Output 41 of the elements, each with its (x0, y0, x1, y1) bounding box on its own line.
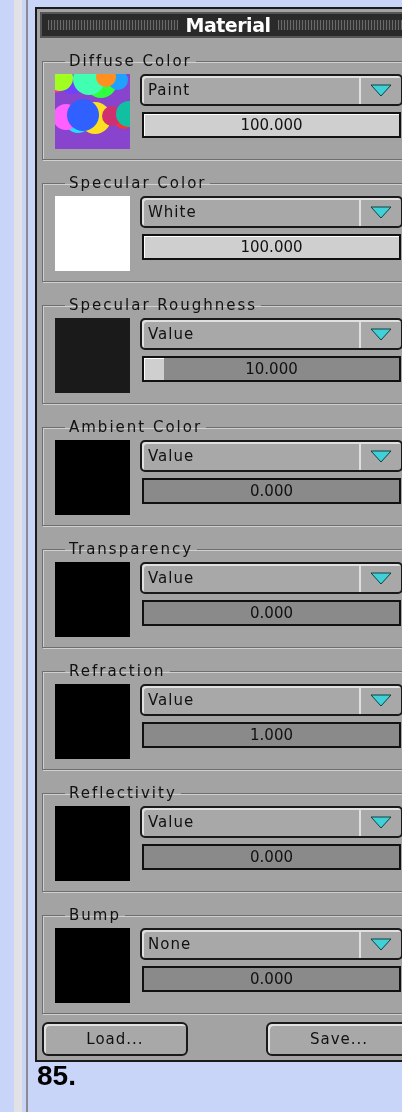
dropdown-arrow-icon (370, 327, 392, 341)
save-button[interactable]: Save... (266, 1022, 402, 1056)
group-label: Ambient Color (68, 418, 204, 436)
dropdown-arrow-icon (370, 571, 392, 585)
group-label: Specular Roughness (68, 296, 259, 314)
color-swatch[interactable] (55, 928, 130, 1003)
group-label: Reflectivity (68, 784, 178, 802)
color-swatch[interactable] (55, 440, 130, 515)
dropdown-arrow-icon (370, 815, 392, 829)
mode-dropdown[interactable]: Value (140, 562, 402, 594)
value-slider[interactable]: 100.000 (142, 234, 401, 260)
color-swatch[interactable] (55, 806, 130, 881)
group-label: Diffuse Color (68, 52, 193, 70)
mode-dropdown[interactable]: White (140, 196, 402, 228)
dropdown-arrow-icon (370, 449, 392, 463)
mode-dropdown[interactable]: Value (140, 440, 402, 472)
dropdown-arrow-icon (370, 83, 392, 97)
group-label: Transparency (68, 540, 195, 558)
color-swatch[interactable] (55, 684, 130, 759)
mode-dropdown[interactable]: Value (140, 806, 402, 838)
panel-title: Material (185, 14, 271, 36)
figure-number: 85. (37, 1062, 77, 1090)
color-swatch[interactable] (55, 562, 130, 637)
mode-dropdown[interactable]: None (140, 928, 402, 960)
group-label: Specular Color (68, 174, 208, 192)
load-button[interactable]: Load... (42, 1022, 188, 1056)
slider-value: 100.000 (240, 116, 303, 134)
dropdown-arrow-icon (370, 937, 392, 951)
group-label: Bump (68, 906, 122, 924)
mode-dropdown[interactable]: Value (140, 318, 402, 350)
value-slider[interactable]: 10.000 (142, 356, 401, 382)
mode-dropdown[interactable]: Paint (140, 74, 402, 106)
group-label: Refraction (68, 662, 167, 680)
color-swatch[interactable] (55, 196, 130, 271)
dropdown-arrow-icon (370, 693, 392, 707)
slider-value: 10.000 (245, 360, 298, 378)
mode-dropdown[interactable]: Value (140, 684, 402, 716)
dropdown-arrow-icon (370, 205, 392, 219)
slider-value: 100.000 (240, 238, 303, 256)
value-slider[interactable]: 100.000 (142, 112, 401, 138)
color-swatch[interactable] (55, 318, 130, 393)
